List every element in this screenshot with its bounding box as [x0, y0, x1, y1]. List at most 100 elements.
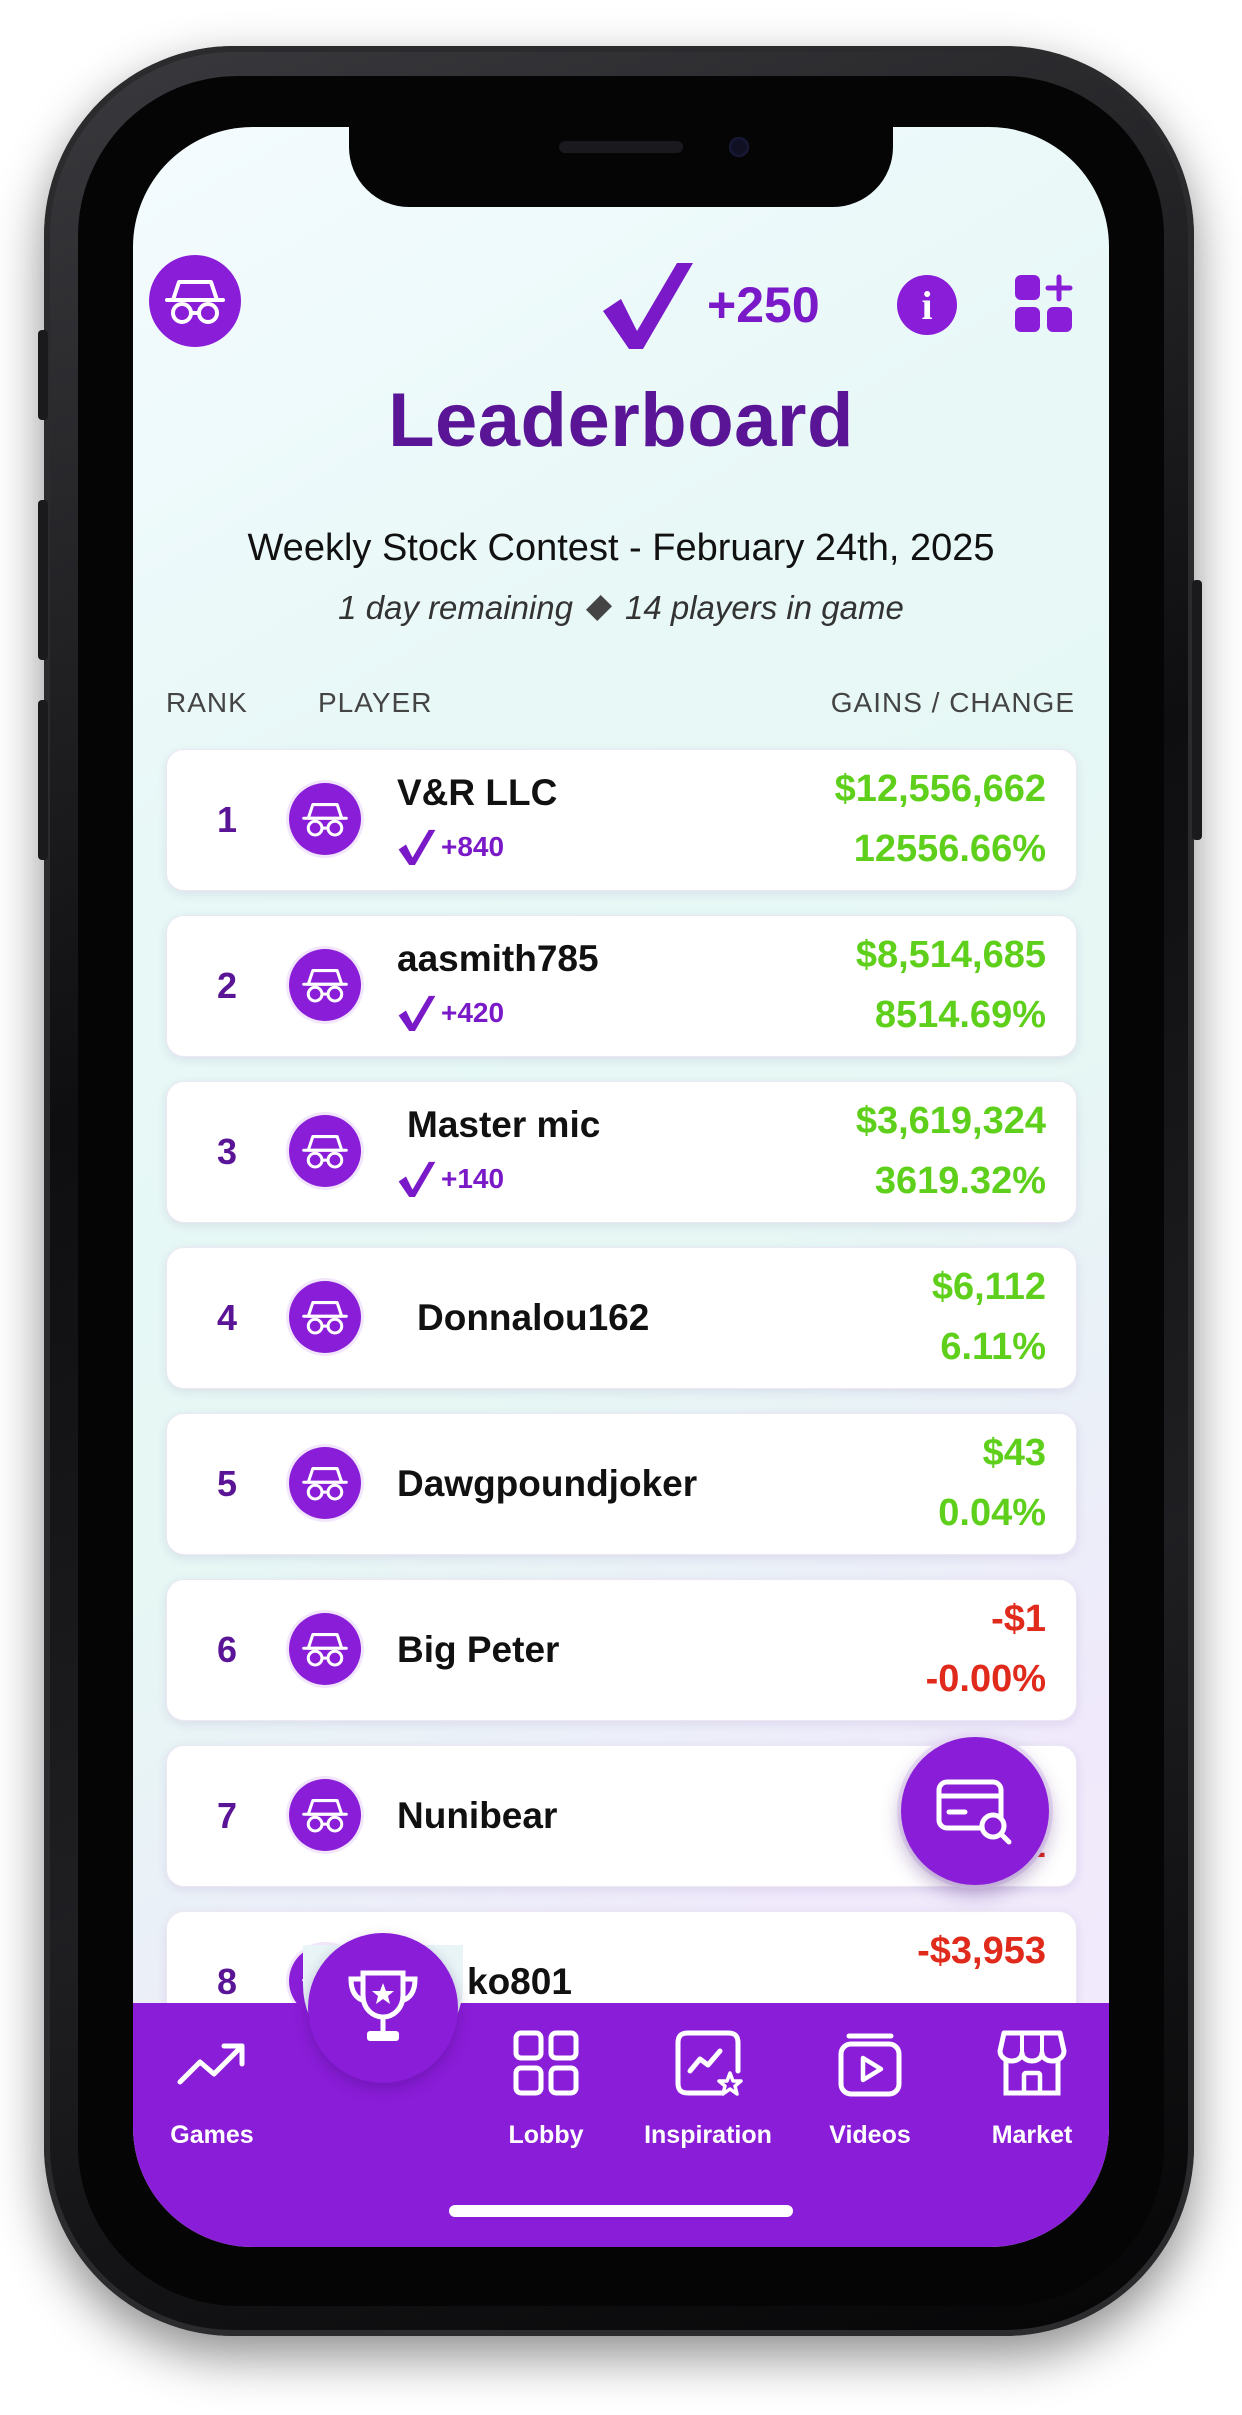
- info-icon: i: [921, 282, 933, 328]
- player-avatar: [289, 1115, 361, 1187]
- home-indicator[interactable]: [449, 2205, 793, 2217]
- incognito-icon: [302, 803, 348, 837]
- column-headers: RANK PLAYER GAINS / CHANGE: [166, 687, 1075, 727]
- leaderboard-row[interactable]: 1 V&R LLC +840 $12,556,662 12556.66%: [166, 749, 1077, 891]
- nav-item-games[interactable]: Games: [137, 2003, 287, 2173]
- check-points-icon: [603, 263, 693, 349]
- row-rank: 6: [216, 1629, 238, 1670]
- player-gain: -$3,953: [917, 1930, 1046, 1972]
- app-screen: +250 i Leaderboard Weekly Stock Contest …: [133, 127, 1109, 2247]
- storefront-icon: [997, 2030, 1067, 2096]
- row-rank: 5: [216, 1463, 238, 1504]
- notch: [349, 127, 893, 207]
- grid-icon: [513, 2030, 579, 2096]
- incognito-icon: [165, 280, 225, 324]
- player-avatar: [289, 949, 361, 1021]
- card-search-button[interactable]: [901, 1737, 1049, 1885]
- leaderboard-tab-button[interactable]: [308, 1933, 458, 2083]
- player-change: 0.04%: [938, 1492, 1046, 1534]
- player-points: +840: [397, 828, 504, 866]
- player-name: Donnalou162: [417, 1297, 650, 1338]
- player-points: +140: [397, 1160, 504, 1198]
- player-points-value: +420: [441, 997, 505, 1028]
- player-avatar: [289, 1447, 361, 1519]
- nav-item-lobby[interactable]: Lobby: [471, 2003, 621, 2173]
- player-gain: -$1: [991, 1598, 1046, 1640]
- player-points-value: +840: [441, 831, 505, 862]
- leaderboard-row[interactable]: 6 Big Peter -$1 -0.00%: [166, 1579, 1077, 1721]
- nav-label-inspiration: Inspiration: [644, 2121, 772, 2149]
- page-title: Leaderboard: [388, 378, 854, 463]
- nav-label-market: Market: [991, 2121, 1073, 2149]
- trend-up-icon: [177, 2043, 245, 2085]
- player-gain: $6,112: [931, 1266, 1046, 1308]
- player-change: 12556.66%: [853, 828, 1046, 870]
- player-avatar: [289, 1281, 361, 1353]
- apps-add-button[interactable]: [1013, 273, 1075, 335]
- side-button-volume-down: [38, 700, 48, 860]
- card-search-icon: [936, 1779, 1012, 1845]
- row-rank: 1: [216, 799, 238, 840]
- points-value: +250: [707, 277, 820, 333]
- player-name: Dawgpoundjoker: [397, 1463, 698, 1504]
- player-name: V&R LLC: [397, 772, 558, 813]
- player-avatar: [289, 783, 361, 855]
- incognito-icon: [302, 1135, 348, 1169]
- incognito-icon: [302, 1799, 348, 1833]
- player-change: 6.11%: [940, 1326, 1046, 1368]
- camera: [729, 137, 749, 157]
- info-button[interactable]: i: [897, 275, 957, 335]
- incognito-icon: [302, 1467, 348, 1501]
- check-points-icon: [398, 1161, 436, 1197]
- column-header-gains: GAINS / CHANGE: [830, 687, 1075, 718]
- contest-title: Weekly Stock Contest - February 24th, 20…: [247, 527, 995, 569]
- incognito-icon: [302, 1633, 348, 1667]
- apps-add-icon: [1015, 274, 1073, 332]
- player-gain: $3,619,324: [855, 1100, 1046, 1142]
- leaderboard-row[interactable]: 4 Donnalou162 $6,112 6.11%: [166, 1247, 1077, 1389]
- leaderboard-row[interactable]: 3 Master mic +140 $3,619,324 3619.32%: [166, 1081, 1077, 1223]
- video-play-icon: [838, 2033, 902, 2097]
- nav-label-games: Games: [170, 2121, 254, 2149]
- leaderboard-row[interactable]: 2 aasmith785 +420 $8,514,685 8514.69%: [166, 915, 1077, 1057]
- points-balance[interactable]: +250: [599, 255, 820, 355]
- nav-item-inspiration[interactable]: Inspiration: [623, 2003, 793, 2173]
- player-gain: $8,514,685: [855, 934, 1046, 976]
- row-rank: 4: [216, 1297, 238, 1338]
- player-name: aasmith785: [397, 938, 599, 979]
- player-name: Big Peter: [397, 1629, 560, 1670]
- column-header-player: PLAYER: [318, 687, 433, 718]
- player-change: 3619.32%: [874, 1160, 1046, 1202]
- incognito-icon: [302, 1301, 348, 1335]
- side-button-volume-up: [38, 500, 48, 660]
- column-header-rank: RANK: [166, 687, 248, 718]
- player-points: +420: [397, 994, 504, 1032]
- players-count: 14 players in game: [624, 589, 904, 626]
- row-rank: 7: [216, 1795, 238, 1836]
- trophy-icon: [348, 1970, 418, 2041]
- player-gain: $12,556,662: [834, 768, 1046, 810]
- row-rank: 2: [216, 965, 238, 1006]
- incognito-icon: [302, 969, 348, 1003]
- nav-label-lobby: Lobby: [508, 2121, 584, 2149]
- nav-item-videos[interactable]: Videos: [795, 2003, 945, 2173]
- diamond-separator-icon: [585, 594, 612, 622]
- player-gain: $43: [982, 1432, 1046, 1474]
- time-remaining: 1 day remaining: [338, 589, 573, 626]
- contest-meta: 1 day remaining 14 players in game: [133, 589, 1109, 627]
- player-name: Nunibear: [397, 1795, 558, 1836]
- leaderboard-row[interactable]: 5 Dawgpoundjoker $43 0.04%: [166, 1413, 1077, 1555]
- player-change: 8514.69%: [874, 994, 1046, 1036]
- star-chart-icon: [675, 2030, 743, 2096]
- player-avatar: [289, 1779, 361, 1851]
- nav-item-market[interactable]: Market: [957, 2003, 1107, 2173]
- profile-avatar-button[interactable]: [149, 255, 241, 347]
- player-name: Master mic: [407, 1104, 601, 1145]
- nav-label-videos: Videos: [829, 2121, 911, 2149]
- check-points-icon: [398, 995, 436, 1031]
- check-points-icon: [398, 829, 436, 865]
- row-rank: 3: [216, 1131, 238, 1172]
- player-avatar: [289, 1613, 361, 1685]
- side-button-silent: [38, 330, 48, 420]
- speaker: [559, 141, 683, 153]
